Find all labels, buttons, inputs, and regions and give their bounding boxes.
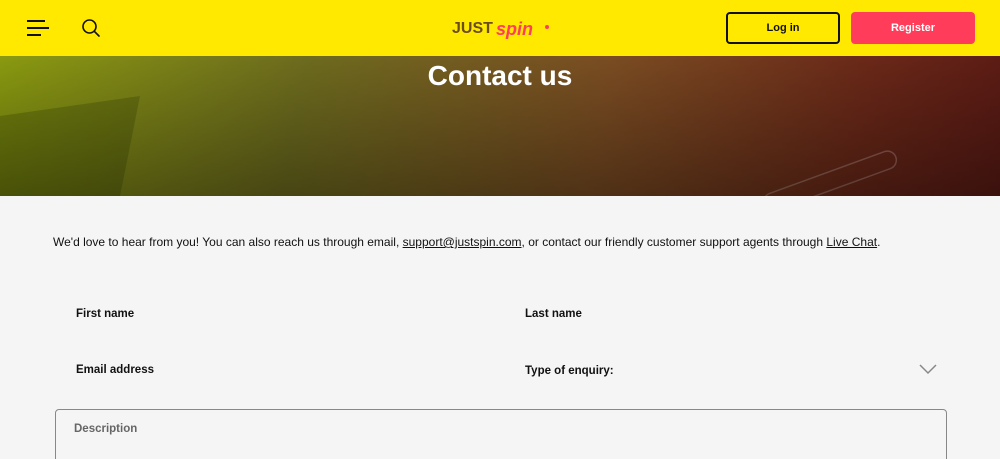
last-name-field[interactable]: Last name [525, 308, 582, 320]
first-name-field[interactable]: First name [76, 308, 134, 320]
description-textarea[interactable]: Description [55, 409, 947, 459]
intro-text-end: . [877, 235, 881, 249]
support-email-link[interactable]: support@justspin.com [403, 235, 522, 249]
chevron-down-icon[interactable] [918, 362, 938, 376]
intro-text-middle: , or contact our friendly customer suppo… [521, 235, 824, 249]
svg-text:JUST: JUST [452, 20, 493, 37]
intro-text: We'd love to hear from you! You can also… [53, 235, 880, 249]
page-title: Contact us [427, 60, 573, 91]
live-chat-link[interactable]: Live Chat [826, 235, 877, 249]
register-button[interactable]: Register [851, 12, 975, 44]
top-bar: JUST spin Log in Register [0, 0, 1000, 56]
svg-text:spin: spin [496, 19, 533, 39]
search-icon[interactable] [77, 14, 105, 42]
enquiry-type-select[interactable]: Type of enquiry: [525, 365, 614, 377]
hero-banner: Contact us [0, 56, 1000, 196]
justspin-logo[interactable]: JUST spin [440, 14, 560, 42]
email-field[interactable]: Email address [76, 364, 154, 376]
intro-text-start: We'd love to hear from you! You can also… [53, 235, 400, 249]
menu-icon[interactable] [24, 14, 52, 42]
description-placeholder: Description [74, 423, 138, 435]
login-button[interactable]: Log in [726, 12, 840, 44]
